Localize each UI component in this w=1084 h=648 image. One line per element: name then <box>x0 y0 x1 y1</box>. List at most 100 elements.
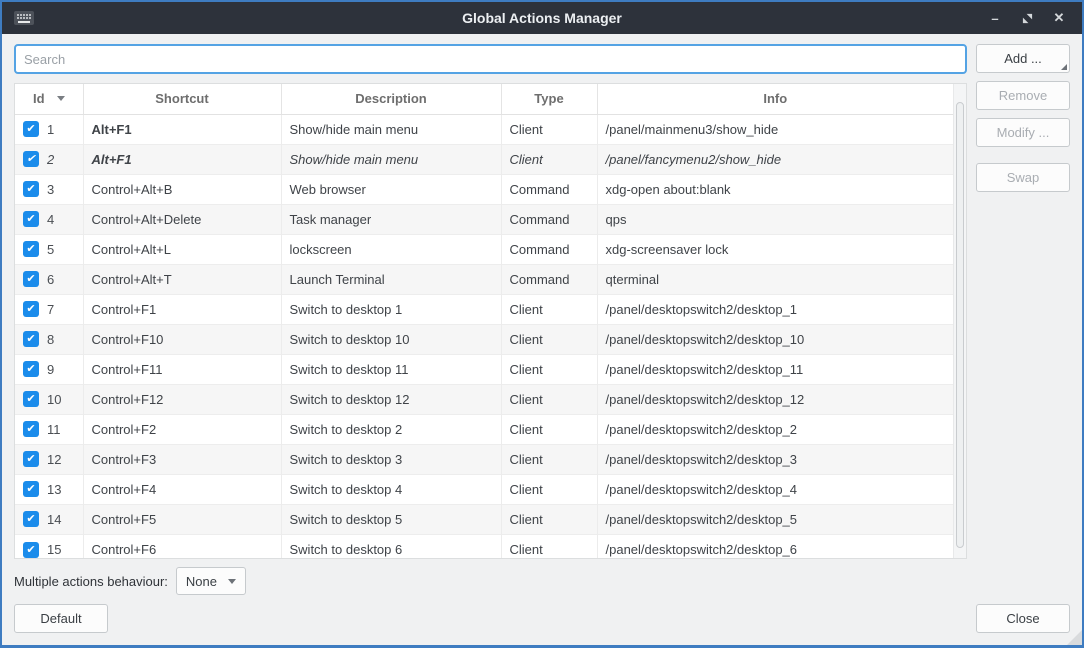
cell-info: /panel/desktopswitch2/desktop_5 <box>597 504 953 534</box>
cell-shortcut: Control+Alt+L <box>83 234 281 264</box>
cell-shortcut: Alt+F1 <box>83 144 281 174</box>
cell-info: /panel/desktopswitch2/desktop_10 <box>597 324 953 354</box>
column-header-type[interactable]: Type <box>501 84 597 114</box>
titlebar[interactable]: Global Actions Manager – ✕ <box>2 2 1082 34</box>
table-row[interactable]: ✔3Control+Alt+BWeb browserCommandxdg-ope… <box>15 174 953 204</box>
table-row[interactable]: ✔7Control+F1Switch to desktop 1Client/pa… <box>15 294 953 324</box>
swap-button[interactable]: Swap <box>976 163 1070 192</box>
row-enabled-checkbox[interactable]: ✔ <box>23 121 39 137</box>
cell-shortcut: Control+F6 <box>83 534 281 559</box>
search-input[interactable] <box>14 44 967 74</box>
cell-type: Command <box>501 204 597 234</box>
cell-id: ✔10 <box>15 384 83 414</box>
cell-description: Switch to desktop 3 <box>281 444 501 474</box>
cell-description: Switch to desktop 6 <box>281 534 501 559</box>
cell-id: ✔1 <box>15 114 83 144</box>
default-row: Default <box>14 604 967 633</box>
row-id: 4 <box>47 212 54 227</box>
cell-type: Client <box>501 444 597 474</box>
cell-type: Command <box>501 174 597 204</box>
cell-info: /panel/desktopswitch2/desktop_1 <box>597 294 953 324</box>
row-enabled-checkbox[interactable]: ✔ <box>23 361 39 377</box>
row-enabled-checkbox[interactable]: ✔ <box>23 421 39 437</box>
cell-description: Switch to desktop 2 <box>281 414 501 444</box>
resize-grip[interactable] <box>1067 630 1082 645</box>
row-enabled-checkbox[interactable]: ✔ <box>23 451 39 467</box>
cell-info: /panel/desktopswitch2/desktop_4 <box>597 474 953 504</box>
row-enabled-checkbox[interactable]: ✔ <box>23 331 39 347</box>
close-window-button[interactable]: ✕ <box>1046 6 1072 30</box>
cell-id: ✔8 <box>15 324 83 354</box>
row-enabled-checkbox[interactable]: ✔ <box>23 181 39 197</box>
row-enabled-checkbox[interactable]: ✔ <box>23 301 39 317</box>
cell-type: Client <box>501 144 597 174</box>
row-id: 7 <box>47 302 54 317</box>
maximize-button[interactable] <box>1014 6 1040 30</box>
column-header-description[interactable]: Description <box>281 84 501 114</box>
multiple-actions-dropdown[interactable]: None <box>176 567 246 595</box>
cell-description: lockscreen <box>281 234 501 264</box>
table-row[interactable]: ✔6Control+Alt+TLaunch TerminalCommandqte… <box>15 264 953 294</box>
column-header-info[interactable]: Info <box>597 84 953 114</box>
cell-info: /panel/desktopswitch2/desktop_12 <box>597 384 953 414</box>
table-row[interactable]: ✔11Control+F2Switch to desktop 2Client/p… <box>15 414 953 444</box>
row-id: 13 <box>47 482 61 497</box>
cell-shortcut: Control+F12 <box>83 384 281 414</box>
column-header-shortcut[interactable]: Shortcut <box>83 84 281 114</box>
row-enabled-checkbox[interactable]: ✔ <box>23 211 39 227</box>
row-id: 2 <box>47 152 54 167</box>
minimize-button[interactable]: – <box>982 6 1008 30</box>
cell-type: Client <box>501 414 597 444</box>
table-row[interactable]: ✔2Alt+F1Show/hide main menuClient/panel/… <box>15 144 953 174</box>
row-id: 12 <box>47 452 61 467</box>
dialog-content: Id Shortcut Description Type Info ✔1Alt+… <box>2 34 1082 645</box>
cell-type: Client <box>501 354 597 384</box>
table-row[interactable]: ✔9Control+F11Switch to desktop 11Client/… <box>15 354 953 384</box>
cell-id: ✔11 <box>15 414 83 444</box>
cell-shortcut: Control+Alt+Delete <box>83 204 281 234</box>
row-id: 6 <box>47 272 54 287</box>
row-enabled-checkbox[interactable]: ✔ <box>23 151 39 167</box>
row-enabled-checkbox[interactable]: ✔ <box>23 391 39 407</box>
cell-id: ✔9 <box>15 354 83 384</box>
row-enabled-checkbox[interactable]: ✔ <box>23 511 39 527</box>
table-row[interactable]: ✔8Control+F10Switch to desktop 10Client/… <box>15 324 953 354</box>
cell-id: ✔3 <box>15 174 83 204</box>
cell-description: Switch to desktop 4 <box>281 474 501 504</box>
table-row[interactable]: ✔13Control+F4Switch to desktop 4Client/p… <box>15 474 953 504</box>
cell-id: ✔5 <box>15 234 83 264</box>
default-button[interactable]: Default <box>14 604 108 633</box>
table-row[interactable]: ✔14Control+F5Switch to desktop 5Client/p… <box>15 504 953 534</box>
row-enabled-checkbox[interactable]: ✔ <box>23 542 39 558</box>
table-row[interactable]: ✔10Control+F12Switch to desktop 12Client… <box>15 384 953 414</box>
row-enabled-checkbox[interactable]: ✔ <box>23 241 39 257</box>
cell-description: Switch to desktop 12 <box>281 384 501 414</box>
table-row[interactable]: ✔1Alt+F1Show/hide main menuClient/panel/… <box>15 114 953 144</box>
cell-type: Command <box>501 234 597 264</box>
cell-id: ✔6 <box>15 264 83 294</box>
cell-description: Show/hide main menu <box>281 144 501 174</box>
row-id: 3 <box>47 182 54 197</box>
table-body: ✔1Alt+F1Show/hide main menuClient/panel/… <box>15 114 953 559</box>
row-id: 9 <box>47 362 54 377</box>
modify-button[interactable]: Modify ... <box>976 118 1070 147</box>
row-enabled-checkbox[interactable]: ✔ <box>23 481 39 497</box>
add-button[interactable]: Add ... <box>976 44 1070 73</box>
remove-button[interactable]: Remove <box>976 81 1070 110</box>
cell-info: qterminal <box>597 264 953 294</box>
table-row[interactable]: ✔5Control+Alt+LlockscreenCommandxdg-scre… <box>15 234 953 264</box>
table-row[interactable]: ✔15Control+F6Switch to desktop 6Client/p… <box>15 534 953 559</box>
cell-type: Command <box>501 264 597 294</box>
cell-description: Switch to desktop 5 <box>281 504 501 534</box>
row-id: 5 <box>47 242 54 257</box>
close-button[interactable]: Close <box>976 604 1070 633</box>
table-row[interactable]: ✔12Control+F3Switch to desktop 3Client/p… <box>15 444 953 474</box>
table-row[interactable]: ✔4Control+Alt+DeleteTask managerCommandq… <box>15 204 953 234</box>
column-header-id[interactable]: Id <box>15 84 83 114</box>
menu-indicator-icon <box>1061 64 1067 70</box>
scrollbar-thumb[interactable] <box>956 102 964 548</box>
row-enabled-checkbox[interactable]: ✔ <box>23 271 39 287</box>
cell-id: ✔ 12 <box>15 444 83 474</box>
row-id: 14 <box>47 512 61 527</box>
vertical-scrollbar[interactable] <box>953 84 966 558</box>
